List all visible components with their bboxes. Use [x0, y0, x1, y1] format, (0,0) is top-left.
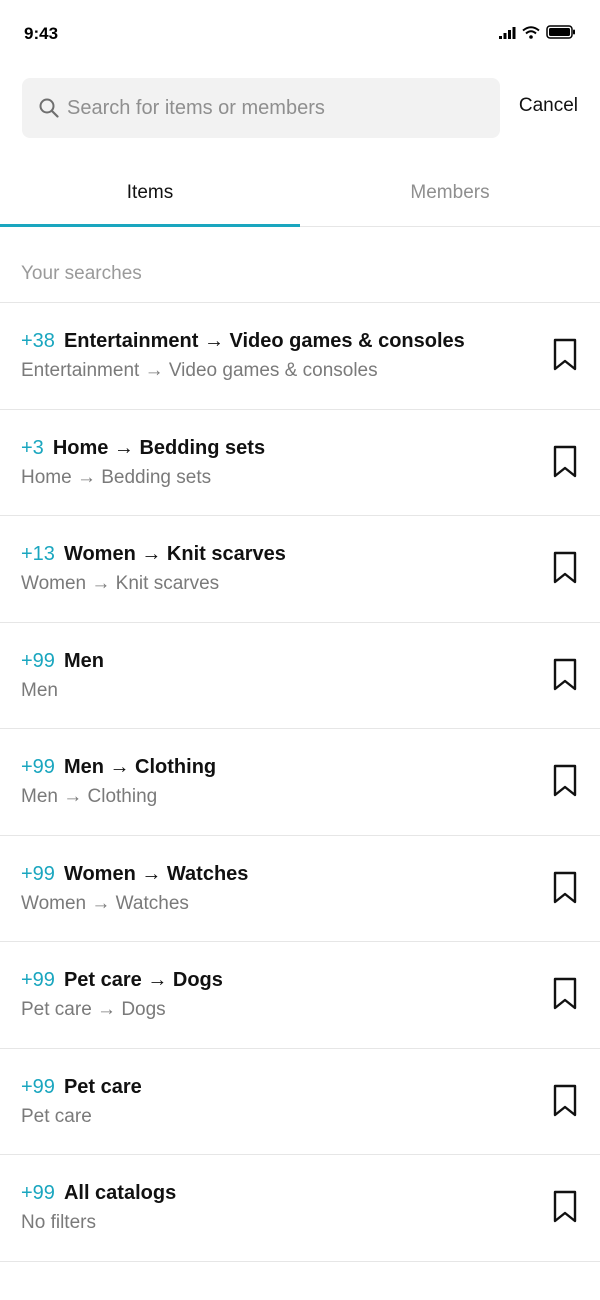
saved-search-name: Home → Bedding sets — [52, 436, 266, 459]
saved-search-filters: Women → Watches — [21, 892, 189, 914]
cellular-signal-icon — [499, 26, 516, 44]
saved-search-name: Men — [63, 649, 104, 672]
new-items-count: +99 — [21, 1075, 55, 1098]
saved-search-name: Women → Knit scarves — [63, 543, 286, 565]
status-icons — [499, 25, 576, 44]
saved-search-title: +13 Women → Knit scarves — [21, 543, 286, 566]
bookmark-icon[interactable] — [553, 338, 577, 377]
saved-search-list: +38 Entertainment → Video games & console… — [0, 303, 600, 1262]
saved-search-filters: Men — [21, 679, 58, 701]
saved-search-title: +99 Pet care → Dogs — [21, 969, 223, 992]
saved-search-row[interactable]: +99 All catalogs No filters — [0, 1155, 600, 1262]
bookmark-icon[interactable] — [553, 1190, 577, 1229]
tab-bar: Items Members — [0, 160, 600, 227]
section-title: Your searches — [21, 263, 142, 284]
cancel-button[interactable]: Cancel — [519, 95, 578, 117]
saved-search-title: +99 Pet care — [21, 1076, 142, 1099]
bookmark-icon[interactable] — [553, 977, 577, 1016]
saved-search-name: Pet care — [63, 1075, 142, 1098]
bookmark-icon[interactable] — [553, 658, 577, 697]
tab-items[interactable]: Items — [0, 160, 300, 227]
saved-search-name: Pet care → Dogs — [63, 969, 223, 991]
tab-members[interactable]: Members — [300, 160, 600, 226]
saved-search-row[interactable]: +3 Home → Bedding sets Home → Bedding sets — [0, 410, 600, 516]
saved-search-row[interactable]: +99 Men Men — [0, 623, 600, 729]
new-items-count: +38 — [21, 330, 55, 352]
bookmark-icon[interactable] — [553, 445, 577, 484]
saved-search-row[interactable]: +99 Pet care → Dogs Pet care → Dogs — [0, 942, 600, 1049]
saved-search-name: All catalogs — [63, 1182, 177, 1204]
saved-search-row[interactable]: +99 Pet care Pet care — [0, 1049, 600, 1155]
new-items-count: +3 — [21, 436, 44, 459]
saved-search-name: Entertainment → Video games & consoles — [63, 330, 465, 352]
saved-search-filters: Pet care → Dogs — [21, 999, 166, 1020]
saved-search-row[interactable]: +38 Entertainment → Video games & console… — [0, 303, 600, 410]
saved-search-filters: No filters — [21, 1212, 96, 1233]
search-box[interactable] — [22, 78, 500, 138]
saved-search-filters: Women → Knit scarves — [21, 573, 220, 594]
bookmark-icon[interactable] — [553, 551, 577, 590]
saved-search-filters: Men → Clothing — [21, 786, 158, 807]
bookmark-icon[interactable] — [553, 1084, 577, 1123]
bookmark-icon[interactable] — [553, 764, 577, 803]
battery-icon — [546, 25, 576, 44]
new-items-count: +99 — [21, 1182, 55, 1204]
saved-search-title: +99 Men → Clothing — [21, 756, 216, 779]
new-items-count: +99 — [21, 756, 55, 778]
saved-search-filters: Pet care — [21, 1105, 92, 1127]
search-input[interactable] — [67, 96, 467, 120]
saved-search-row[interactable]: +13 Women → Knit scarves Women → Knit scar… — [0, 516, 600, 623]
wifi-icon — [522, 25, 540, 44]
bookmark-icon[interactable] — [553, 871, 577, 910]
new-items-count: +13 — [21, 543, 55, 565]
saved-search-row[interactable]: +99 Women → Watches Women → Watches — [0, 836, 600, 942]
saved-search-filters: Home → Bedding sets — [21, 466, 212, 488]
saved-search-title: +99 Women → Watches — [21, 863, 248, 886]
new-items-count: +99 — [21, 649, 55, 672]
new-items-count: +99 — [21, 862, 55, 885]
search-icon — [39, 98, 59, 118]
search-row: Cancel — [22, 78, 578, 138]
saved-search-name: Women → Watches — [63, 862, 249, 885]
saved-search-filters: Entertainment → Video games & consoles — [21, 360, 378, 381]
saved-search-name: Men → Clothing — [63, 756, 217, 778]
saved-search-title: +3 Home → Bedding sets — [21, 437, 265, 460]
new-items-count: +99 — [21, 969, 55, 991]
section-header: Your searches — [0, 227, 600, 303]
status-bar: 9:43 — [0, 0, 600, 66]
saved-search-title: +99 All catalogs — [21, 1182, 176, 1205]
status-time: 9:43 — [24, 24, 59, 43]
saved-search-title: +99 Men — [21, 650, 104, 673]
saved-search-title: +38 Entertainment → Video games & console… — [21, 330, 465, 353]
saved-search-row[interactable]: +99 Men → Clothing Men → Clothing — [0, 729, 600, 836]
